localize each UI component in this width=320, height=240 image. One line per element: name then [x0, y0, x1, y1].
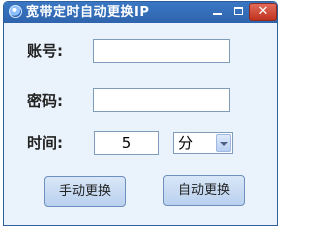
window-title: 宽带定时自动更换IP	[26, 5, 150, 20]
auto-change-button[interactable]: 自动更换	[163, 175, 245, 206]
unit-selected-value: 分	[178, 134, 194, 152]
chevron-down-icon	[220, 142, 228, 146]
maximize-button[interactable]	[228, 4, 248, 20]
account-label: 账号:	[27, 42, 63, 60]
app-window: 宽带定时自动更换IP ✕ 账号: 密码: 时间: 分 手动更换 自动更换	[3, 1, 278, 226]
dropdown-button[interactable]	[216, 134, 231, 152]
close-icon: ✕	[257, 4, 269, 19]
title-bar[interactable]: 宽带定时自动更换IP ✕	[4, 2, 277, 23]
unit-select[interactable]: 分	[173, 132, 233, 154]
minimize-icon	[212, 13, 222, 15]
password-input[interactable]	[93, 88, 230, 112]
manual-change-button[interactable]: 手动更换	[44, 176, 126, 207]
maximize-icon	[233, 7, 243, 15]
app-icon	[9, 5, 22, 18]
time-input[interactable]	[94, 131, 159, 155]
minimize-button[interactable]	[207, 4, 227, 20]
time-label: 时间:	[27, 134, 63, 152]
account-input[interactable]	[93, 39, 230, 63]
close-button[interactable]: ✕	[249, 3, 277, 21]
password-label: 密码:	[27, 92, 63, 110]
